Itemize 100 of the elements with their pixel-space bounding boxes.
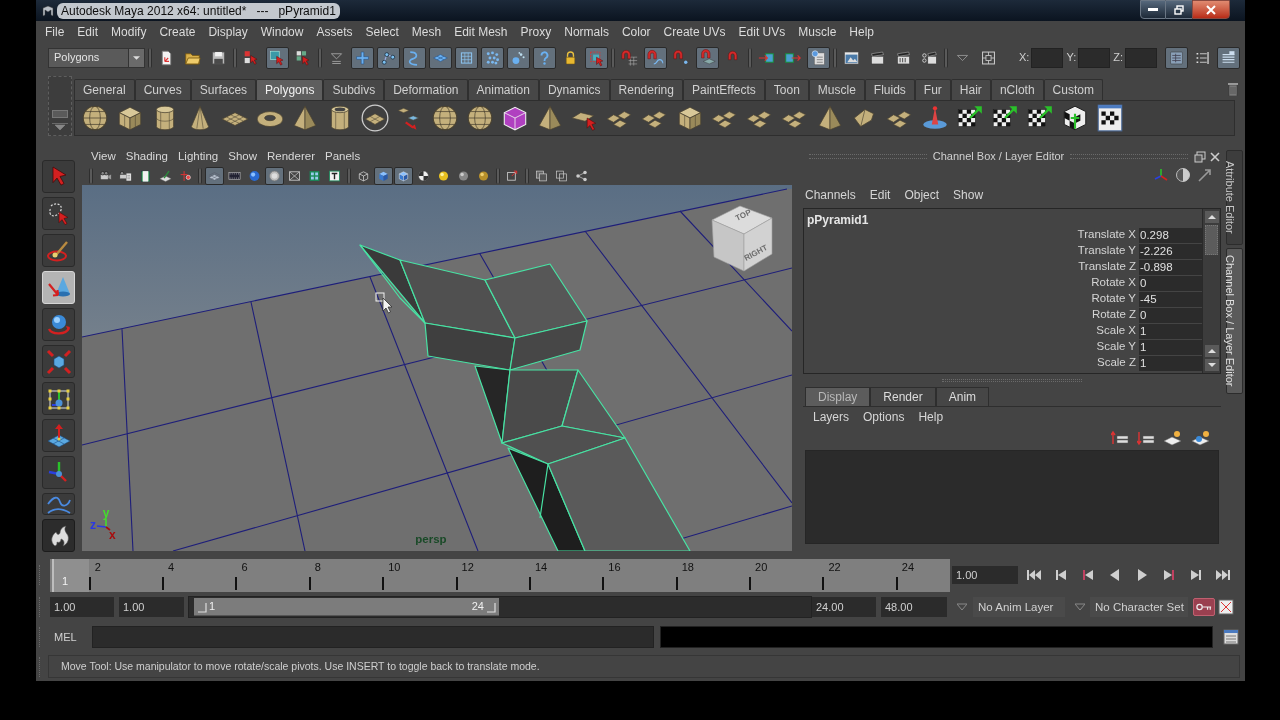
joint-chain-icon[interactable] (377, 46, 400, 69)
menu-item[interactable]: Channels (805, 186, 856, 204)
menu-item[interactable]: Proxy (520, 23, 552, 41)
shelf-tab[interactable]: Dynamics (538, 79, 610, 100)
scroll-down-icon[interactable] (1204, 359, 1219, 371)
view-cube[interactable] (711, 205, 773, 272)
side-tab[interactable]: Attribute Editor (1226, 150, 1243, 245)
menu-item[interactable]: Renderer (267, 148, 315, 166)
tool-button[interactable] (42, 345, 75, 378)
spray-icon[interactable] (507, 46, 530, 69)
float-window-icon[interactable] (1194, 150, 1206, 163)
polygon-mesh[interactable] (359, 244, 691, 551)
menu-item[interactable]: Object (904, 186, 940, 204)
coordinate-field[interactable] (1031, 47, 1064, 68)
animation-start-field[interactable]: 1.00 (50, 597, 114, 617)
channel-value-field[interactable]: -0.898 (1139, 259, 1202, 275)
layer-tab[interactable]: Anim (935, 387, 990, 406)
side-tab[interactable]: Channel Box / Layer Editor (1226, 248, 1243, 394)
key-icon[interactable] (1193, 598, 1215, 616)
menu-item[interactable]: Normals (564, 23, 609, 41)
sphere-icon[interactable] (465, 103, 495, 133)
menu-item[interactable]: Edit Mesh (454, 23, 508, 41)
shelf-tab[interactable]: Rendering (609, 79, 683, 100)
solid-cube-icon[interactable] (374, 166, 393, 185)
channel-value-field[interactable]: 1 (1139, 339, 1202, 355)
menu-item[interactable]: Window (260, 23, 304, 41)
menu-item[interactable]: Layers (813, 407, 850, 426)
stack-arrow-down-icon[interactable] (1137, 430, 1155, 446)
channel-value-field[interactable]: 1 (1139, 323, 1202, 339)
trash-icon[interactable] (1227, 82, 1239, 96)
channel-value-field[interactable]: -2.226 (1139, 243, 1202, 259)
s-curve-icon[interactable] (403, 46, 426, 69)
menu-item[interactable]: Color (621, 23, 651, 41)
shelf-tab[interactable]: Polygons (256, 79, 324, 100)
menu-item[interactable]: Show (953, 186, 984, 204)
menu-item[interactable]: Help (918, 407, 944, 426)
magnet-plane-icon[interactable] (696, 46, 719, 69)
sphere-icon[interactable] (80, 103, 110, 133)
channel-value-field[interactable]: 0 (1139, 275, 1202, 291)
time-slider[interactable]: 1 2 4 6 8 10 12 14 16 18 20 22 24 (50, 558, 950, 592)
checker-window-icon[interactable] (1095, 103, 1125, 133)
animation-end-field[interactable]: 48.00 (881, 597, 947, 617)
shelf-tab[interactable]: PaintEffects (682, 79, 765, 100)
menu-item[interactable]: Help (849, 23, 874, 41)
magnet-curve-icon[interactable] (644, 46, 667, 69)
shelf-tab[interactable]: Deformation (384, 79, 468, 100)
menu-item[interactable]: Create UVs (663, 23, 726, 41)
current-time-field[interactable]: 1.00 (952, 566, 1018, 584)
playback-start-field[interactable]: 1.00 (119, 597, 184, 617)
menu-item[interactable]: Muscle (798, 23, 837, 41)
new-layer-icon[interactable] (1163, 430, 1183, 446)
tiles-icon[interactable] (429, 46, 452, 69)
range-bar[interactable]: 1 24 (194, 598, 499, 616)
grid-layers-icon[interactable] (205, 166, 224, 185)
restore-button[interactable] (1166, 0, 1192, 19)
coordinate-field[interactable] (1125, 47, 1157, 68)
stack-arrow-up-icon[interactable] (1111, 430, 1129, 446)
lattice-icon[interactable] (455, 46, 478, 69)
handle-icon[interactable] (197, 600, 207, 613)
channel-value-field[interactable]: 0.298 (1139, 227, 1202, 243)
menu-item[interactable]: Edit (77, 23, 99, 41)
menu-item[interactable]: Display (208, 23, 248, 41)
shelf-tab[interactable]: Subdivs (323, 79, 385, 100)
caret-down-icon[interactable] (957, 603, 967, 611)
scrollbar[interactable] (1202, 209, 1220, 373)
channel-value-field[interactable]: 1 (1139, 355, 1202, 371)
layer-tab[interactable]: Render (870, 387, 936, 406)
range-slider-track[interactable]: 1 24 (188, 596, 812, 618)
menu-item[interactable]: Select (365, 23, 399, 41)
dots-cluster-icon[interactable] (481, 46, 504, 69)
outlined-cube-icon[interactable] (394, 166, 413, 185)
shelf-tab[interactable]: Surfaces (190, 79, 257, 100)
command-input[interactable] (91, 626, 654, 648)
cube-cursor-icon[interactable] (266, 46, 289, 69)
menu-item[interactable]: Create (159, 23, 196, 41)
minimize-button[interactable] (1140, 0, 1166, 19)
menu-item[interactable]: Panels (324, 148, 361, 166)
arrow-icon[interactable] (1197, 167, 1213, 183)
circled-tiles-icon[interactable] (360, 103, 390, 133)
shelf-tab[interactable]: Animation (467, 79, 539, 100)
handle-icon[interactable] (486, 600, 496, 613)
shelf-tab[interactable]: Fur (914, 79, 951, 100)
scroll-up-icon[interactable] (1204, 345, 1219, 357)
menu-item[interactable]: View (91, 148, 116, 166)
menu-item[interactable]: Assets (316, 23, 353, 41)
layers-list-icon[interactable] (1217, 46, 1240, 69)
close-icon[interactable] (1209, 150, 1221, 163)
menu-item[interactable]: Options (863, 407, 905, 426)
character-set-dropdown[interactable]: No Character Set (1090, 597, 1188, 617)
anim-layer-dropdown[interactable]: No Anim Layer (973, 597, 1065, 617)
caret-down-icon[interactable] (52, 123, 68, 131)
playback-end-field[interactable]: 24.00 (812, 597, 876, 617)
menu-item[interactable]: Show (228, 148, 257, 166)
half-circle-icon[interactable] (1175, 167, 1191, 183)
menu-item[interactable]: Shading (125, 148, 168, 166)
scroll-up-icon[interactable] (1204, 211, 1219, 223)
menu-item[interactable]: Edit (869, 186, 891, 204)
menu-item[interactable]: File (45, 23, 65, 41)
shelf-tab[interactable]: General (74, 79, 135, 100)
shelf-tab[interactable]: Custom (1043, 79, 1103, 100)
